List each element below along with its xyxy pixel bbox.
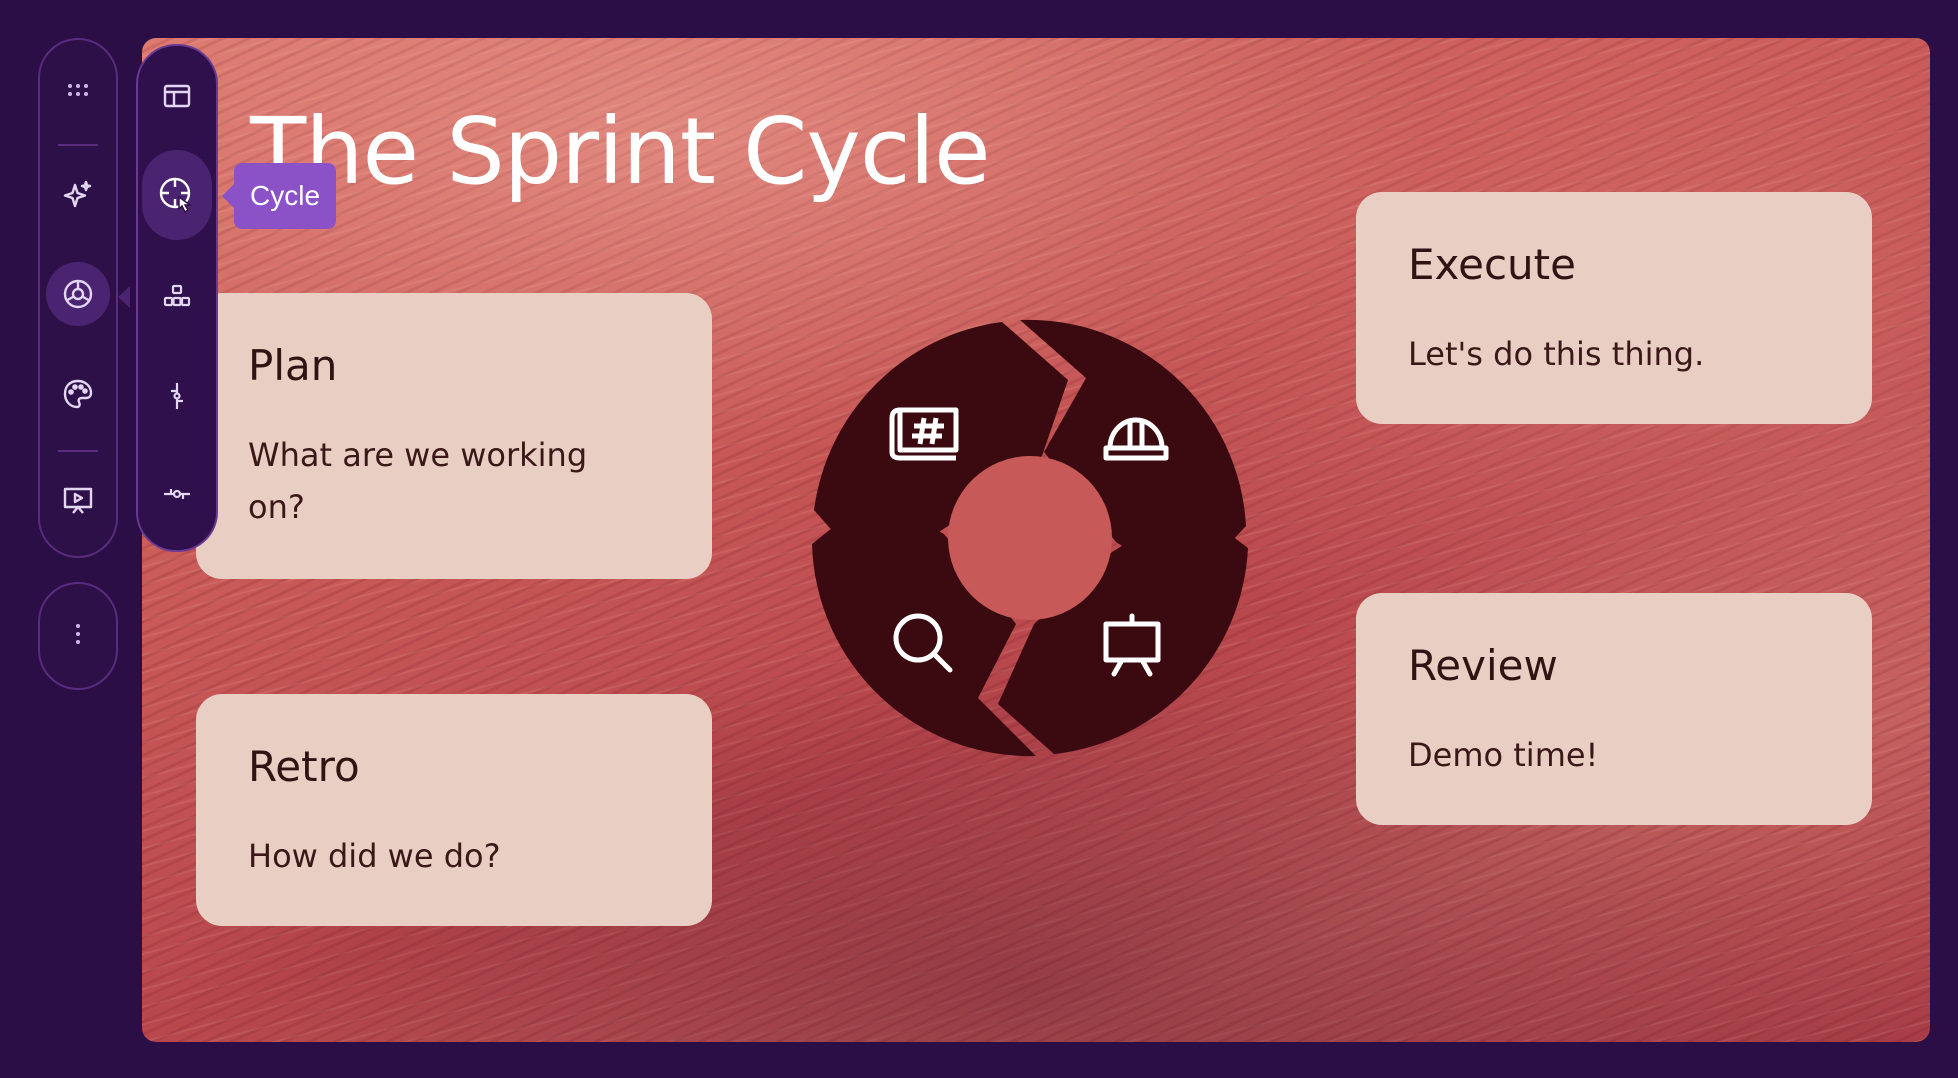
tooltip: Cycle xyxy=(221,163,337,229)
card-title: Review xyxy=(1408,641,1558,690)
submenu-item-cycle[interactable] xyxy=(142,150,212,240)
slide-canvas[interactable]: The Sprint Cycle Plan What are we workin… xyxy=(142,38,1930,1042)
timeline-horizontal-icon xyxy=(164,489,190,499)
card-title: Retro xyxy=(248,742,360,791)
present-icon xyxy=(63,487,93,514)
cycle-ring xyxy=(812,319,1248,757)
card-body: Let's do this thing. xyxy=(1408,335,1705,373)
palette-icon xyxy=(63,379,93,409)
slide-title[interactable]: The Sprint Cycle xyxy=(250,98,991,205)
submenu-item-hierarchy[interactable] xyxy=(145,264,209,328)
timeline-vertical-icon xyxy=(171,383,183,409)
card-title: Execute xyxy=(1408,240,1576,289)
card-title: Plan xyxy=(248,341,338,390)
submenu-item-timeline-horizontal[interactable] xyxy=(145,462,209,526)
card-body: What are we working on? xyxy=(248,436,588,526)
card-body: How did we do? xyxy=(248,837,501,875)
toolbar-divider xyxy=(58,144,98,146)
cycle-diagram-icon xyxy=(63,279,93,309)
submenu-item-timeline-vertical[interactable] xyxy=(145,364,209,428)
toolbar-divider xyxy=(58,450,98,452)
submenu-item-layout[interactable] xyxy=(145,64,209,128)
hierarchy-icon xyxy=(163,284,191,307)
theme-button[interactable] xyxy=(46,362,110,426)
card-body: Demo time! xyxy=(1408,736,1599,774)
active-indicator xyxy=(118,286,130,308)
drag-handle-icon xyxy=(68,84,88,96)
card-execute[interactable]: Execute Let's do this thing. xyxy=(1356,192,1872,424)
main-toolbar xyxy=(38,38,118,558)
layout-submenu xyxy=(136,44,218,552)
more-options-icon xyxy=(76,624,80,644)
cycle-diagram[interactable] xyxy=(810,318,1250,758)
card-retro[interactable]: Retro How did we do? xyxy=(196,694,712,926)
cycle-center xyxy=(948,456,1112,620)
sparkle-icon xyxy=(63,180,92,208)
card-plan[interactable]: Plan What are we working on? xyxy=(196,293,712,579)
more-toolbar xyxy=(38,582,118,690)
card-review[interactable]: Review Demo time! xyxy=(1356,593,1872,825)
present-button[interactable] xyxy=(46,468,110,532)
tooltip-label: Cycle xyxy=(250,180,321,211)
smart-layout-button[interactable] xyxy=(46,262,110,326)
more-options-button[interactable] xyxy=(46,602,110,666)
drag-handle-button[interactable] xyxy=(46,58,110,122)
layout-icon xyxy=(163,84,191,108)
ai-sparkle-button[interactable] xyxy=(46,164,110,228)
cycle-icon xyxy=(159,177,193,214)
